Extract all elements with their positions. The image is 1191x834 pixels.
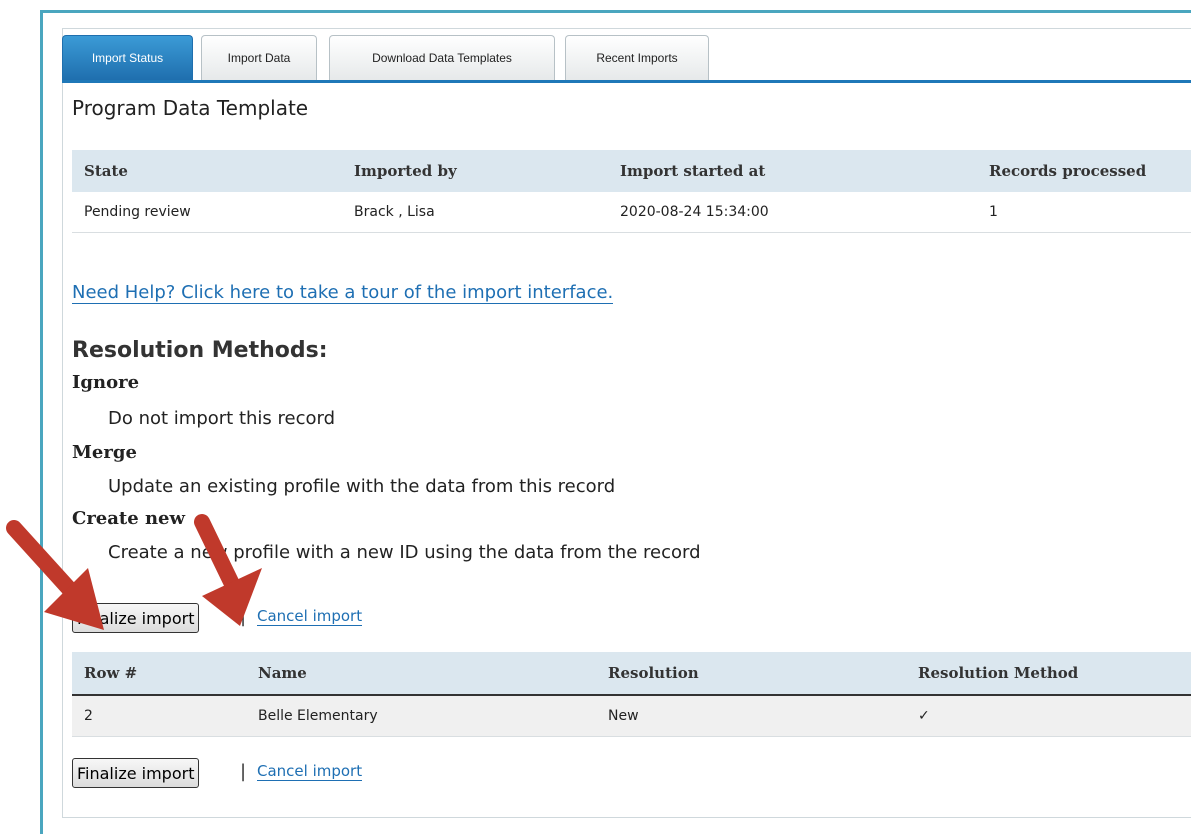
row-number-cell: 2 xyxy=(72,695,246,737)
outer-frame-top xyxy=(40,10,1191,13)
method-desc-merge: Update an existing profile with the data… xyxy=(108,476,616,497)
tab-download-data-templates[interactable]: Download Data Templates xyxy=(329,35,555,80)
column-header-name: Name xyxy=(246,652,596,695)
column-header-row-number: Row # xyxy=(72,652,246,695)
column-header-state: State xyxy=(72,150,342,192)
action-separator-bottom: | xyxy=(240,761,247,782)
tab-underline xyxy=(62,80,1191,83)
annotation-arrow-left-icon xyxy=(6,520,104,630)
method-term-merge: Merge xyxy=(72,442,137,463)
column-header-import-started-at: Import started at xyxy=(608,150,977,192)
import-status-table: State Imported by Import started at Reco… xyxy=(72,150,1191,233)
table-row: Pending review Brack , Lisa 2020-08-24 1… xyxy=(72,192,1191,233)
annotation-arrow-right-icon xyxy=(194,514,262,626)
outer-frame-left xyxy=(40,10,43,834)
resolution-methods-heading: Resolution Methods: xyxy=(72,338,328,363)
cancel-import-link[interactable]: Cancel import xyxy=(257,607,363,626)
column-header-resolution-method: Resolution Method xyxy=(906,652,1191,695)
records-processed-cell: 1 xyxy=(977,192,1191,233)
column-header-imported-by: Imported by xyxy=(342,150,608,192)
column-header-resolution: Resolution xyxy=(596,652,906,695)
tab-import-status[interactable]: Import Status xyxy=(62,35,193,80)
cancel-import-link-bottom[interactable]: Cancel import xyxy=(257,762,363,781)
name-cell: Belle Elementary xyxy=(246,695,596,737)
tab-import-data[interactable]: Import Data xyxy=(201,35,317,80)
resolution-method-cell[interactable]: ✓ xyxy=(906,695,1191,737)
page-title: Program Data Template xyxy=(72,96,309,120)
table-row[interactable]: 2 Belle Elementary New ✓ xyxy=(72,695,1191,737)
import-started-cell: 2020-08-24 15:34:00 xyxy=(608,192,977,233)
help-tour-link[interactable]: Need Help? Click here to take a tour of … xyxy=(72,282,614,304)
state-cell: Pending review xyxy=(72,192,342,233)
finalize-import-button-bottom[interactable]: Finalize import xyxy=(72,758,200,788)
resolution-cell: New xyxy=(596,695,906,737)
import-rows-table: Row # Name Resolution Resolution Method … xyxy=(72,652,1191,737)
tab-recent-imports[interactable]: Recent Imports xyxy=(565,35,709,80)
imported-by-cell: Brack , Lisa xyxy=(342,192,608,233)
method-term-ignore: Ignore xyxy=(72,372,140,393)
method-desc-ignore: Do not import this record xyxy=(108,408,336,429)
column-header-records-processed: Records processed xyxy=(977,150,1191,192)
